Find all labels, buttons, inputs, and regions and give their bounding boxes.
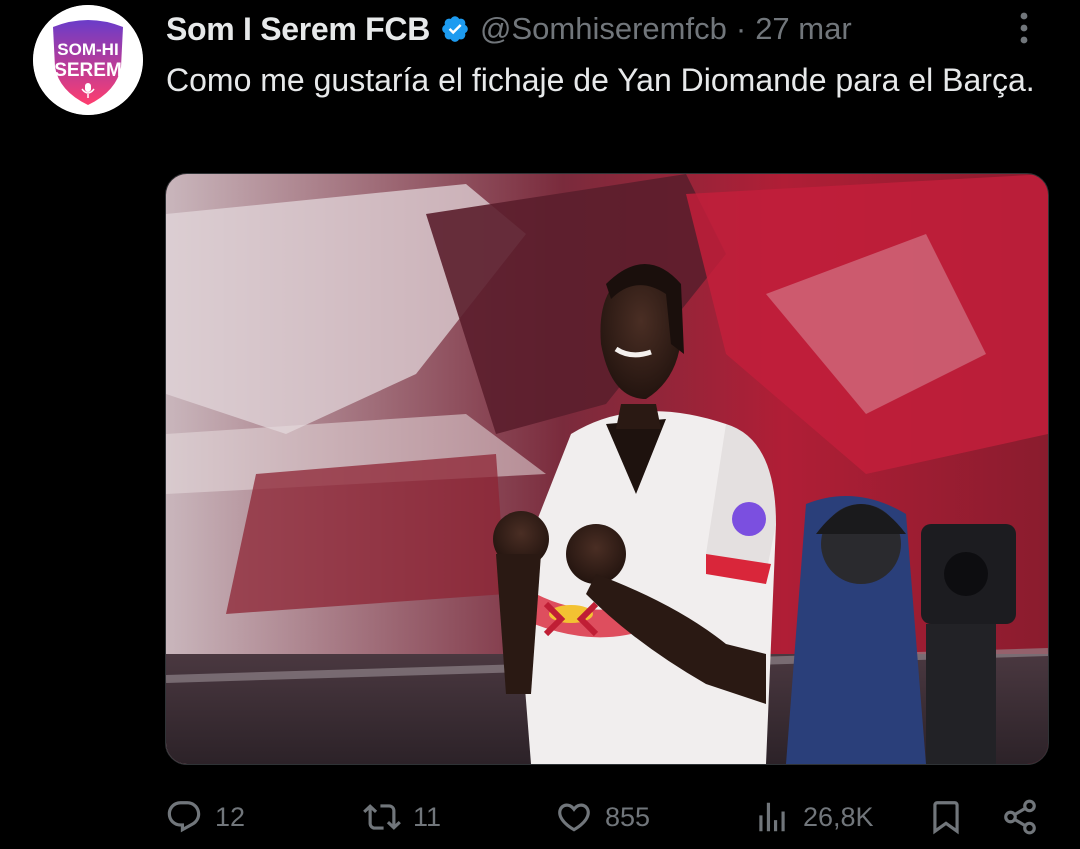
avatar[interactable]: SOM-HI SEREM [33,5,143,115]
heart-icon [555,798,593,836]
share-icon [1001,798,1039,836]
display-name[interactable]: Som I Serem FCB [166,11,430,48]
action-bar: 12 11 855 26,8K [165,794,1045,840]
views-count: 26,8K [803,801,874,832]
avatar-text-1: SOM-HI [57,40,118,59]
separator-dot: · [735,11,747,46]
retweet-icon [363,798,401,836]
tweet: SOM-HI SEREM Som I Serem FCB @Somhiserem… [0,0,1080,849]
tweet-text: Como me gustaría el fichaje de Yan Dioma… [166,62,1035,98]
tweet-photo[interactable] [165,173,1049,765]
like-count: 855 [605,801,651,832]
more-options-icon[interactable] [1006,8,1042,48]
views-button[interactable]: 26,8K [753,794,874,840]
views-icon [753,798,791,836]
tweet-date[interactable]: 27 mar [755,11,851,47]
avatar-text-2: SEREM [54,60,122,81]
verified-badge-icon [440,14,470,44]
tweet-header: Som I Serem FCB @Somhiseremfcb · 27 mar [166,6,852,52]
reply-count: 12 [215,801,246,832]
retweet-count: 11 [413,801,442,832]
bookmark-button[interactable] [927,794,965,840]
share-button[interactable] [1001,794,1039,840]
retweet-button[interactable]: 11 [363,794,441,840]
reply-icon [165,798,203,836]
handle[interactable]: @Somhiseremfcb [480,11,727,47]
like-button[interactable]: 855 [555,794,650,840]
reply-button[interactable]: 12 [165,794,245,840]
bookmark-icon [927,798,965,836]
avatar-logo: SOM-HI SEREM [33,5,143,115]
